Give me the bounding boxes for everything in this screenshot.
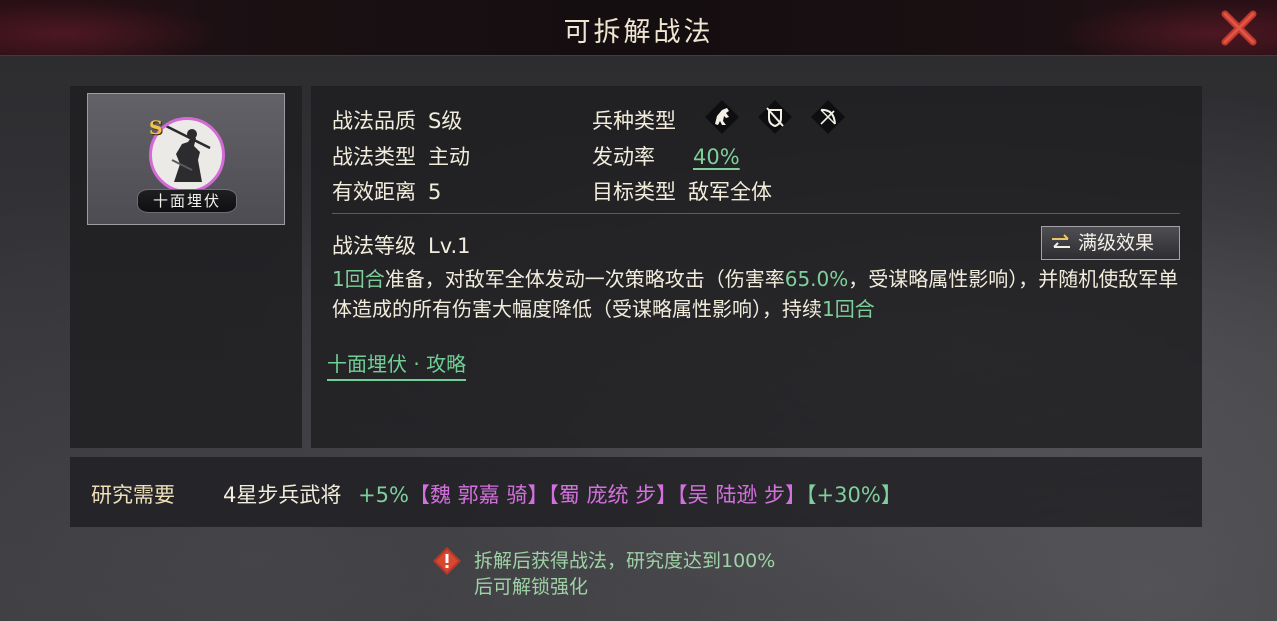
research-bonus-2: 【+30%】 bbox=[806, 483, 902, 507]
research-base: 4星步兵武将 bbox=[223, 483, 342, 507]
skill-detail-panel: 战法品质 S级 战法类型 主动 有效距离 5 兵种类型 发动率 40% 目标类型 敌军全体 bbox=[311, 86, 1202, 448]
rate-row: 发动率 40% bbox=[592, 141, 740, 171]
max-level-effect-label: 满级效果 bbox=[1078, 232, 1155, 254]
skill-description: 1回合准备，对敌军全体发动一次策略攻击（伤害率65.0%，受谋略属性影响），并随… bbox=[332, 264, 1182, 324]
max-level-effect-button[interactable]: 满级效果 bbox=[1041, 226, 1180, 260]
range-label: 有效距离 bbox=[332, 180, 416, 204]
notice-line-1: 拆解后获得战法，研究度达到100% bbox=[474, 550, 776, 572]
warning-icon bbox=[433, 547, 461, 575]
window-title: 可拆解战法 bbox=[563, 17, 714, 48]
quality-label: 战法品质 bbox=[332, 109, 416, 133]
troop-label: 兵种类型 bbox=[592, 109, 676, 133]
cavalry-icon bbox=[705, 100, 739, 134]
research-bonus-1: +5% bbox=[358, 483, 409, 507]
type-label: 战法类型 bbox=[332, 145, 416, 169]
level-label: 战法等级 bbox=[332, 234, 416, 258]
range-row: 有效距离 5 bbox=[332, 176, 441, 206]
infantry-icon bbox=[758, 100, 792, 134]
notice-line-2: 后可解锁强化 bbox=[474, 576, 589, 598]
desc-damage-rate: 65.0% bbox=[784, 267, 849, 291]
type-value: 主动 bbox=[428, 145, 470, 169]
level-row: 战法等级 Lv.1 bbox=[332, 230, 471, 260]
range-value: 5 bbox=[428, 180, 442, 204]
research-generals: 【魏 郭嘉 骑】【蜀 庞统 步】【吴 陆逊 步】 bbox=[408, 483, 807, 507]
strategy-guide-link[interactable]: 十面埋伏 · 攻略 bbox=[327, 348, 467, 381]
research-requirement-bar: 研究需要 4星步兵武将 +5%【魏 郭嘉 骑】【蜀 庞统 步】【吴 陆逊 步】【… bbox=[70, 457, 1202, 527]
quality-value: S级 bbox=[428, 109, 463, 133]
divider bbox=[332, 213, 1180, 214]
skill-card[interactable]: S 十面埋伏 bbox=[87, 93, 285, 225]
type-row: 战法类型 主动 bbox=[332, 141, 470, 171]
quality-row: 战法品质 S级 bbox=[332, 105, 462, 135]
unlock-notice: 拆解后获得战法，研究度达到100% 后可解锁强化 bbox=[474, 548, 775, 600]
target-row: 目标类型 敌军全体 bbox=[592, 176, 772, 206]
troop-row: 兵种类型 bbox=[592, 105, 676, 135]
rate-label: 发动率 bbox=[592, 145, 655, 169]
research-label: 研究需要 bbox=[91, 483, 175, 507]
skill-grade: S bbox=[149, 117, 163, 139]
skill-card-panel: S 十面埋伏 bbox=[70, 86, 302, 448]
title-bar: 可拆解战法 bbox=[0, 0, 1277, 56]
level-value: Lv.1 bbox=[428, 234, 471, 258]
rate-value: 40% bbox=[693, 145, 740, 169]
desc-prep-turns: 1回合 bbox=[332, 267, 385, 291]
target-value: 敌军全体 bbox=[688, 180, 772, 204]
skill-name-tag: 十面埋伏 bbox=[137, 189, 237, 213]
target-label: 目标类型 bbox=[592, 180, 676, 204]
research-details: 4星步兵武将 +5%【魏 郭嘉 骑】【蜀 庞统 步】【吴 陆逊 步】【+30%】 bbox=[223, 479, 902, 509]
swap-arrows-icon bbox=[1052, 234, 1070, 248]
archer-icon bbox=[811, 100, 845, 134]
desc-duration: 1回合 bbox=[822, 297, 875, 321]
close-x-icon[interactable] bbox=[1219, 8, 1259, 48]
desc-text-1: 准备，对敌军全体发动一次策略攻击（伤害率 bbox=[384, 267, 785, 291]
